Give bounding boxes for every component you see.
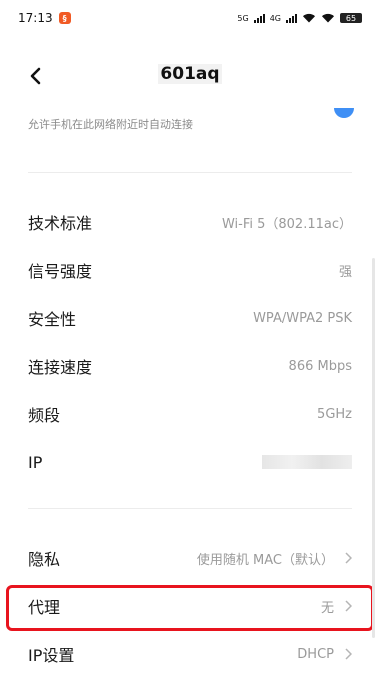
status-time: 17:13	[18, 11, 53, 25]
page-title: 601aq	[0, 64, 380, 84]
status-right: 5G 4G 65	[237, 13, 362, 23]
auto-connect-hint: 允许手机在此网络附近时自动连接	[28, 118, 193, 131]
proxy-highlight-box	[6, 585, 374, 631]
signal-icon	[253, 13, 265, 23]
setting-row-ip-settings[interactable]: IP设置 DHCP	[28, 630, 352, 678]
row-value: DHCP	[297, 647, 352, 662]
row-value: 5GHz	[317, 406, 352, 422]
battery-icon: 65	[340, 13, 362, 23]
setting-row-privacy[interactable]: 隐私 使用随机 MAC（默认）	[28, 534, 352, 582]
row-value: 866 Mbps	[288, 358, 352, 374]
row-label: IP设置	[28, 646, 75, 665]
row-label: 连接速度	[28, 358, 93, 377]
detail-row-band: 频段 5GHz	[28, 390, 352, 438]
divider	[28, 508, 352, 509]
chevron-right-icon	[345, 552, 352, 564]
row-label: 隐私	[28, 550, 61, 569]
status-left: 17:13 §	[18, 11, 71, 25]
row-label: 技术标准	[28, 214, 93, 233]
row-value: Wi-Fi 5（802.11ac）	[221, 216, 352, 232]
battery-level: 65	[345, 13, 357, 23]
header: 601aq	[0, 48, 380, 104]
divider	[28, 172, 352, 173]
wifi-icon	[322, 13, 334, 23]
row-label: 安全性	[28, 310, 77, 329]
row-value: 使用随机 MAC（默认）	[197, 549, 352, 568]
detail-row-standard: 技术标准 Wi-Fi 5（802.11ac）	[28, 198, 352, 246]
signal-icon	[286, 13, 297, 23]
app-notification-icon: §	[58, 12, 71, 24]
detail-row-signal: 信号强度 强	[28, 246, 352, 294]
ip-address-redacted	[262, 455, 352, 469]
row-label: 信号强度	[28, 262, 93, 281]
row-label: 频段	[28, 406, 61, 425]
status-bar: 17:13 § 5G 4G 65	[0, 0, 380, 36]
detail-row-speed: 连接速度 866 Mbps	[28, 342, 352, 390]
network-name: 601aq	[158, 64, 222, 84]
detail-row-security: 安全性 WPA/WPA2 PSK	[28, 294, 352, 342]
sim1-label: 5G	[237, 13, 249, 23]
wifi-icon	[303, 13, 315, 23]
row-value	[262, 455, 352, 469]
sim2-label: 4G	[269, 13, 281, 23]
privacy-value: 使用随机 MAC（默认）	[196, 552, 334, 568]
row-label: IP	[28, 452, 43, 472]
row-value: 强	[338, 264, 352, 280]
detail-row-ip: IP	[28, 438, 352, 486]
chevron-right-icon	[345, 648, 352, 660]
scrollbar[interactable]	[372, 258, 375, 638]
row-value: WPA/WPA2 PSK	[253, 310, 352, 326]
ip-settings-value: DHCP	[297, 646, 334, 662]
